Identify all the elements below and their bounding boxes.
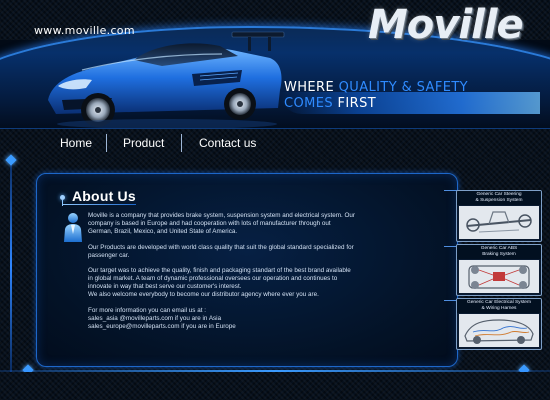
- tagline-line-2: COMES FIRST: [284, 96, 376, 112]
- nav-product-link[interactable]: Product: [123, 136, 164, 150]
- product-card-steering[interactable]: Generic Car Steering & Suspension System: [456, 190, 542, 242]
- about-text-line: in global market. A team of dynamic prof…: [88, 275, 338, 283]
- product-card-abs[interactable]: Generic Car ABS Braking System: [456, 244, 542, 296]
- hero-car-image: [48, 31, 285, 128]
- abs-braking-image: [459, 260, 539, 293]
- about-paragraph-2: Our Products are developed with world cl…: [88, 244, 400, 260]
- about-body: Moville is a company that provides brake…: [88, 212, 400, 331]
- header: www.moville.com Moville WHERE QUALITY & …: [0, 0, 550, 128]
- about-text-line: Moville is a company that provides brake…: [88, 212, 356, 219]
- about-text-line: innovate in way that best serve our cust…: [88, 283, 242, 291]
- product-card-electrical[interactable]: Generic Car Electrical System & Wiring H…: [456, 298, 542, 350]
- product-title-line: Generic Car Electrical System: [467, 300, 531, 305]
- about-paragraph-4: For more information you can email us at…: [88, 307, 400, 331]
- brand-logo[interactable]: Moville: [368, 4, 524, 46]
- about-title: About Us: [72, 188, 136, 204]
- about-paragraph-3: Our target was to achieve the quality, f…: [88, 267, 400, 299]
- electrical-wiring-image: [459, 314, 539, 347]
- product-title-line: Braking System: [482, 251, 516, 257]
- tagline-line-1: WHERE QUALITY & SAFETY: [284, 80, 468, 96]
- footer-glow-line: [0, 370, 550, 372]
- about-text-line: Our Products are developed with world cl…: [88, 243, 354, 251]
- product-card-title: Generic Car Steering & Suspension System: [457, 191, 541, 205]
- left-rail-decor: [10, 160, 12, 372]
- nav-divider: [181, 134, 182, 152]
- page: www.moville.com Moville WHERE QUALITY & …: [0, 0, 550, 400]
- email-asia-line[interactable]: sales_asia @movilleparts.com if you are …: [88, 315, 400, 323]
- product-card-title: Generic Car ABS Braking System: [457, 245, 541, 259]
- about-paragraph-1: Moville is a company that provides brake…: [88, 212, 400, 236]
- tagline-where: WHERE: [284, 80, 335, 95]
- product-links: Generic Car Steering & Suspension System…: [444, 182, 542, 350]
- product-title-line: & Suspension System: [475, 197, 523, 203]
- person-icon: [64, 213, 82, 242]
- nav-contact-link[interactable]: Contact us: [199, 136, 256, 150]
- nav-home-link[interactable]: Home: [60, 136, 92, 150]
- about-text-line: passenger car.: [88, 251, 130, 259]
- about-text-line: German, Brazil, Mexico, and United State…: [88, 227, 238, 235]
- tagline-first: FIRST: [337, 96, 377, 111]
- about-text-line: For more information you can email us at…: [88, 306, 206, 314]
- main-nav: Home Product Contact us: [22, 128, 288, 158]
- steering-suspension-image: [459, 206, 539, 239]
- title-underline: [62, 204, 136, 205]
- product-title-line: & Wiring Harnes: [481, 305, 517, 311]
- about-text-line: company is based in Europe and had coope…: [88, 219, 331, 227]
- product-card-title: Generic Car Electrical System & Wiring H…: [457, 299, 541, 313]
- about-text-line: We also welcome everybody to become our …: [88, 291, 319, 299]
- email-europe-line[interactable]: sales_europe@movilleparts.com if you are…: [88, 323, 400, 331]
- about-text-line: Our target was to achieve the quality, f…: [88, 267, 351, 275]
- nav-divider: [106, 134, 107, 152]
- tagline-comes: COMES: [284, 96, 333, 111]
- footer-bar: [0, 372, 550, 400]
- title-stem-decor: [62, 200, 63, 206]
- tagline-quality-safety: QUALITY & SAFETY: [338, 80, 469, 95]
